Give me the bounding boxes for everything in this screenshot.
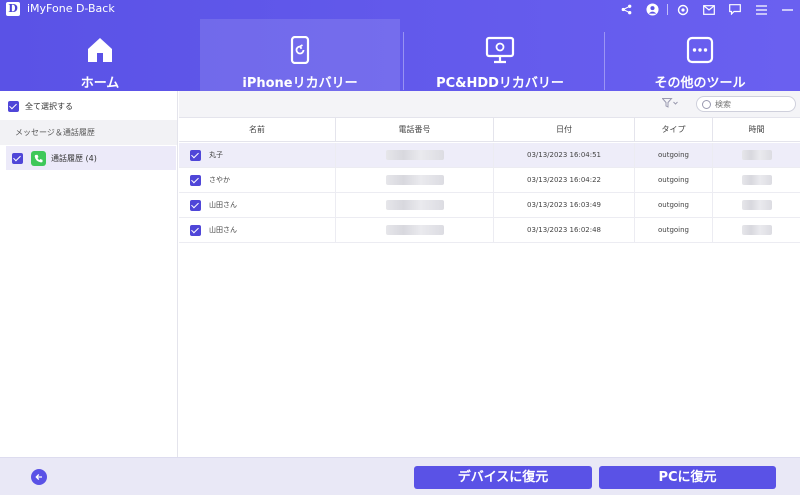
redacted-phone	[385, 200, 444, 210]
home-icon	[88, 38, 112, 62]
minimize-icon[interactable]	[774, 0, 800, 19]
sidebar: 全て選択する メッセージ＆通話履歴 通話履歴 (4)	[0, 91, 178, 457]
select-all-checkbox[interactable]	[8, 100, 19, 112]
column-header-date[interactable]: 日付	[494, 118, 635, 142]
tab-home[interactable]: ホーム	[0, 19, 200, 91]
phone-cell	[336, 217, 494, 243]
user-icon[interactable]	[639, 0, 665, 19]
redacted-phone	[385, 175, 444, 185]
app-title: iMyFone D-Back	[27, 2, 115, 15]
column-header-phone[interactable]: 電話番号	[336, 118, 494, 142]
table-row[interactable]: さやか 03/13/2023 16:04:22 outgoing	[179, 167, 800, 193]
redacted-phone	[385, 225, 444, 235]
duration-cell	[713, 168, 800, 193]
tab-home-label: ホーム	[80, 76, 120, 91]
date-cell: 03/13/2023 16:04:51	[494, 142, 635, 168]
app-header: D iMyFone D-Back ホーム iPhoneリカバリー PC&HDDリ…	[0, 0, 800, 91]
redacted-duration	[741, 200, 772, 210]
table-row[interactable]: 山田さん 03/13/2023 16:02:48 outgoing	[179, 217, 800, 243]
name-cell: 丸子	[179, 142, 336, 168]
select-all-label: 全て選択する	[25, 101, 73, 111]
tab-pc-hdd-recovery[interactable]: PC&HDDリカバリー	[400, 19, 600, 91]
main-nav: ホーム iPhoneリカバリー PC&HDDリカバリー その他のツール	[0, 19, 800, 91]
titlebar-divider	[667, 4, 668, 15]
redacted-duration	[741, 225, 772, 235]
pc-hdd-icon	[485, 36, 515, 64]
date-cell: 03/13/2023 16:03:49	[494, 192, 635, 218]
phone-cell	[336, 142, 494, 168]
contact-name: さやか	[209, 176, 230, 184]
phone-cell	[336, 192, 494, 218]
call-history-label: 通話履歴 (4)	[51, 153, 97, 163]
restore-to-device-button[interactable]: デバイスに復元	[414, 466, 592, 489]
table-row[interactable]: 山田さん 03/13/2023 16:03:49 outgoing	[179, 192, 800, 218]
nav-divider	[403, 32, 404, 90]
phone-icon	[31, 150, 46, 166]
search-icon	[702, 99, 711, 109]
phone-cell	[336, 167, 494, 193]
nav-divider	[604, 32, 605, 90]
redacted-phone	[385, 150, 444, 160]
iphone-recovery-icon	[290, 36, 310, 64]
tab-iphone-recovery[interactable]: iPhoneリカバリー	[200, 19, 400, 91]
table-row[interactable]: 丸子 03/13/2023 16:04:51 outgoing	[179, 142, 800, 168]
back-button[interactable]	[31, 469, 47, 485]
duration-cell	[713, 143, 800, 168]
arrow-left-icon	[35, 474, 42, 480]
date-cell: 03/13/2023 16:02:48	[494, 217, 635, 243]
results-panel: 名前 電話番号 日付 タイプ 時間 丸子 03/13/2023 16:04:51…	[179, 91, 800, 457]
more-tools-icon	[686, 36, 714, 64]
mail-icon[interactable]	[696, 0, 722, 19]
app-logo: D	[6, 2, 20, 16]
chat-icon[interactable]	[722, 0, 748, 19]
type-cell: outgoing	[635, 167, 713, 193]
column-header-duration[interactable]: 時間	[713, 118, 800, 142]
contact-name: 丸子	[209, 151, 223, 159]
search-input[interactable]	[715, 99, 795, 109]
settings-icon[interactable]	[670, 0, 696, 19]
menu-icon[interactable]	[748, 0, 774, 19]
type-cell: outgoing	[635, 217, 713, 243]
select-all[interactable]: 全て選択する	[8, 99, 73, 113]
redacted-duration	[741, 175, 772, 185]
restore-to-pc-button[interactable]: PCに復元	[599, 466, 776, 489]
name-cell: さやか	[179, 167, 336, 193]
contact-name: 山田さん	[209, 226, 237, 234]
redacted-duration	[741, 150, 772, 160]
date-cell: 03/13/2023 16:04:22	[494, 167, 635, 193]
table-header: 名前 電話番号 日付 タイプ 時間	[179, 117, 800, 142]
row-checkbox[interactable]	[190, 224, 201, 236]
tab-pc-hdd-recovery-label: PC&HDDリカバリー	[436, 76, 564, 91]
category-group-header[interactable]: メッセージ＆通話履歴	[0, 120, 177, 145]
table-toolbar	[179, 91, 800, 117]
tab-other-tools-label: その他のツール	[654, 76, 746, 91]
name-cell: 山田さん	[179, 217, 336, 243]
column-header-name[interactable]: 名前	[179, 118, 336, 142]
filter-icon[interactable]	[661, 98, 678, 111]
name-cell: 山田さん	[179, 192, 336, 218]
type-cell: outgoing	[635, 142, 713, 168]
sidebar-item-call-history[interactable]: 通話履歴 (4)	[6, 146, 176, 170]
duration-cell	[713, 218, 800, 243]
tab-other-tools[interactable]: その他のツール	[600, 19, 800, 91]
call-history-checkbox[interactable]	[12, 152, 23, 164]
titlebar-icons	[613, 0, 800, 19]
search-box[interactable]	[696, 96, 796, 112]
row-checkbox[interactable]	[190, 199, 201, 211]
duration-cell	[713, 193, 800, 218]
share-icon[interactable]	[613, 0, 639, 19]
column-header-type[interactable]: タイプ	[635, 118, 713, 142]
footer-bar: デバイスに復元 PCに復元	[0, 457, 800, 495]
row-checkbox[interactable]	[190, 174, 201, 186]
row-checkbox[interactable]	[190, 149, 201, 161]
type-cell: outgoing	[635, 192, 713, 218]
title-bar: D iMyFone D-Back	[0, 0, 800, 19]
contact-name: 山田さん	[209, 201, 237, 209]
tab-iphone-recovery-label: iPhoneリカバリー	[242, 76, 358, 91]
